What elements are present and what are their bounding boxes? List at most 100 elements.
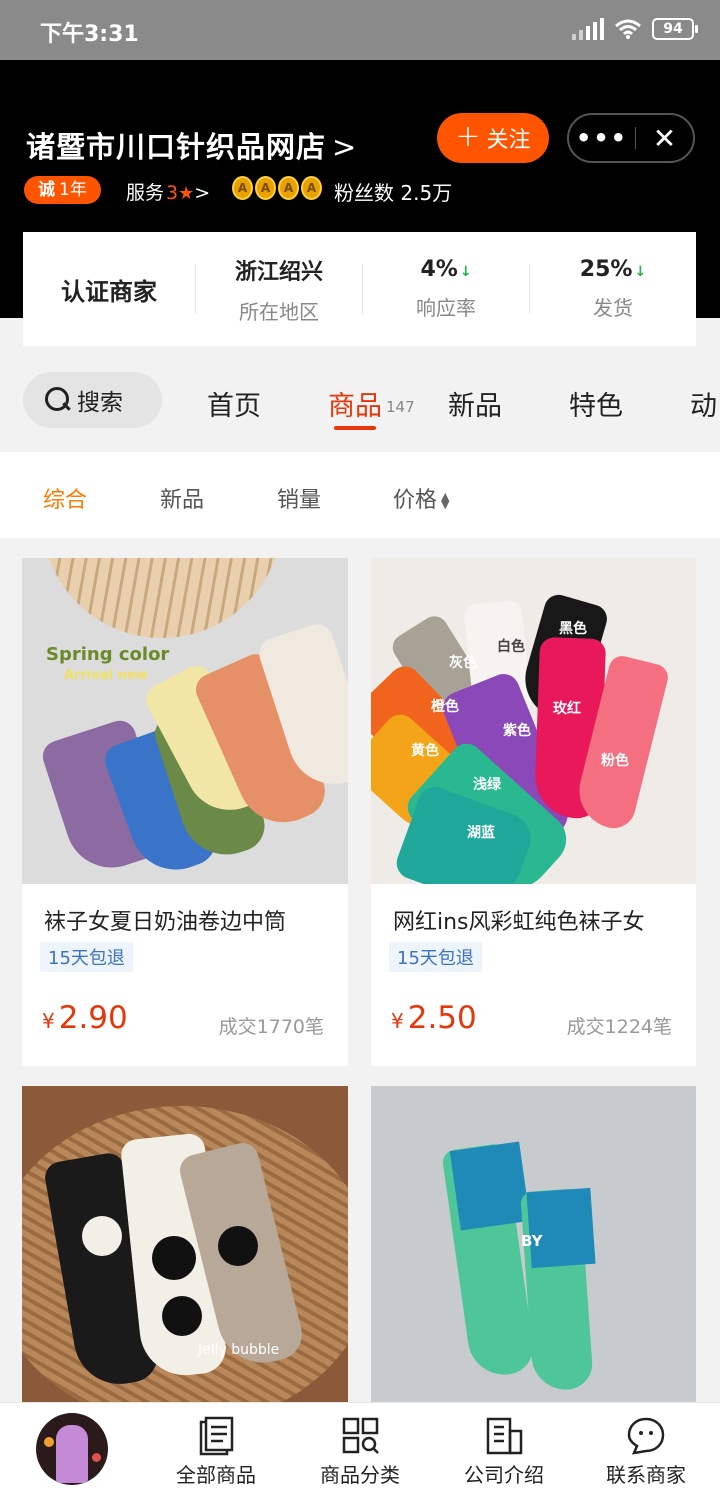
- fans-count: 粉丝数 2.5万: [334, 181, 453, 205]
- product-card[interactable]: Jelly bubble: [22, 1086, 348, 1402]
- shipping-value: 25%: [579, 257, 633, 282]
- more-icon[interactable]: •••: [569, 124, 635, 152]
- service-label: 服务: [126, 182, 165, 204]
- battery-icon: 94: [652, 18, 698, 40]
- crown-icon: A: [278, 176, 299, 200]
- avatar-decoration: [92, 1453, 101, 1462]
- integrity-badge: 诚 1年: [24, 176, 101, 204]
- follow-button[interactable]: + 关注: [437, 113, 549, 163]
- signal-icon: [572, 18, 604, 40]
- search-button[interactable]: 搜索: [23, 372, 162, 428]
- search-label: 搜索: [77, 390, 123, 416]
- product-image: Spring color Arrival new: [22, 558, 348, 884]
- bottom-nav: 全部商品 商品分类 公司介绍 联系商家: [0, 1402, 720, 1498]
- price-value: 2.50: [407, 1000, 477, 1036]
- product-image: 灰色 白色 黑色 橙色 紫色 玫红 黄色 浅绿 粉色 湖蓝: [371, 558, 696, 884]
- product-card[interactable]: BY: [371, 1086, 696, 1402]
- trend-down-icon: ↓: [634, 264, 647, 280]
- currency-symbol: ¥: [391, 1009, 404, 1033]
- image-caption: Arrival new: [64, 668, 148, 683]
- nav-company-intro[interactable]: 公司介绍: [444, 1415, 564, 1488]
- nav-all-products[interactable]: 全部商品: [156, 1415, 276, 1488]
- color-label: 紫色: [503, 723, 531, 739]
- sock-cuff: [526, 1187, 596, 1269]
- avatar-decoration: [44, 1437, 54, 1447]
- wifi-icon: [615, 19, 641, 39]
- integrity-char: 诚: [38, 180, 55, 200]
- nav-company-intro-label: 公司介绍: [464, 1463, 544, 1487]
- tab-dynamic[interactable]: 动: [690, 384, 717, 423]
- plus-icon: +: [455, 118, 481, 154]
- flower-pattern: [162, 1296, 202, 1336]
- sort-sales[interactable]: 销量: [277, 482, 321, 514]
- active-tab-indicator: [334, 426, 376, 430]
- location-stat: 浙江绍兴 所在地区: [196, 254, 362, 325]
- nav-all-products-label: 全部商品: [176, 1463, 256, 1487]
- avatar-figure: [56, 1425, 88, 1483]
- crown-rating: A A A A: [232, 176, 322, 200]
- image-caption: Jelly bubble: [198, 1342, 280, 1358]
- color-label: 黄色: [411, 743, 439, 759]
- tab-home[interactable]: 首页: [207, 384, 261, 423]
- response-value: 4%: [420, 257, 458, 282]
- currency-symbol: ¥: [42, 1009, 55, 1033]
- building-icon: [486, 1417, 523, 1455]
- return-badge: 15天包退: [40, 942, 133, 972]
- product-title: 网红ins风彩虹纯色袜子女: [393, 910, 645, 935]
- store-avatar[interactable]: [36, 1413, 108, 1485]
- color-label: 黑色: [559, 621, 587, 637]
- integrity-years: 1年: [59, 180, 87, 200]
- sort-new[interactable]: 新品: [160, 482, 204, 514]
- color-label: 白色: [497, 639, 525, 655]
- product-count: 147: [386, 398, 415, 416]
- certified-merchant: 认证商家: [61, 277, 157, 306]
- mini-program-capsule: ••• ✕: [567, 113, 695, 163]
- return-badge: 15天包退: [389, 942, 482, 972]
- nav-categories[interactable]: 商品分类: [300, 1415, 420, 1488]
- nav-contact-merchant[interactable]: 联系商家: [586, 1415, 706, 1488]
- sort-price[interactable]: 价格 ▲ ▼: [393, 482, 449, 514]
- close-icon[interactable]: ✕: [636, 122, 693, 155]
- tab-new[interactable]: 新品: [448, 384, 502, 423]
- image-caption: Spring color: [46, 644, 170, 665]
- color-label: 浅绿: [473, 777, 501, 793]
- service-rating[interactable]: 服务 3★>: [126, 178, 210, 205]
- tab-featured[interactable]: 特色: [569, 384, 623, 423]
- sales-count: 成交1770笔: [218, 1016, 324, 1038]
- sort-price-label: 价格: [393, 488, 438, 513]
- price-value: 2.90: [58, 1000, 128, 1036]
- store-name: 诸暨市川口针织品网店: [26, 130, 327, 164]
- crown-icon: A: [255, 176, 276, 200]
- response-rate-stat: 4% ↓ 响应率: [363, 257, 529, 321]
- status-icons: 94: [572, 18, 698, 40]
- shipping-label: 发货: [593, 296, 633, 320]
- crown-icon: A: [301, 176, 322, 200]
- tab-products-label: 商品: [328, 391, 382, 422]
- store-name-link[interactable]: 诸暨市川口针织品网店 >: [26, 124, 357, 166]
- sort-default[interactable]: 综合: [43, 482, 87, 514]
- status-time: 下午3:31: [40, 22, 139, 47]
- flower-pattern: [218, 1226, 258, 1266]
- product-card[interactable]: 灰色 白色 黑色 橙色 紫色 玫红 黄色 浅绿 粉色 湖蓝 网红ins风彩虹纯色…: [371, 558, 696, 1066]
- chevron-right-icon: >: [194, 182, 211, 204]
- location-label: 所在地区: [239, 299, 319, 324]
- shipping-stat: 25% ↓ 发货: [530, 257, 696, 321]
- sales-count: 成交1224笔: [566, 1016, 672, 1038]
- chevron-right-icon: >: [332, 130, 358, 164]
- category-grid-icon: [342, 1417, 379, 1454]
- store-nav-tabs: 搜索 首页 商品 147 新品 特色 动: [0, 346, 720, 452]
- sort-arrows-icon: ▲ ▼: [441, 490, 450, 511]
- store-info-card: 认证商家 浙江绍兴 所在地区 4% ↓ 响应率 25% ↓ 发货: [23, 232, 696, 346]
- trend-down-icon: ↓: [459, 264, 472, 280]
- color-label: 湖蓝: [467, 825, 495, 841]
- product-card[interactable]: Spring color Arrival new 袜子女夏日奶油卷边中筒 15天…: [22, 558, 348, 1066]
- tab-products[interactable]: 商品 147: [328, 384, 415, 423]
- product-price: ¥2.50: [391, 1000, 477, 1036]
- nav-contact-merchant-label: 联系商家: [606, 1463, 686, 1487]
- chat-icon: [627, 1417, 665, 1455]
- sort-bar: 综合 新品 销量 价格 ▲ ▼: [0, 452, 720, 538]
- product-price: ¥2.90: [42, 1000, 128, 1036]
- status-bar: 下午3:31 94: [0, 0, 720, 60]
- color-label: 玫红: [553, 701, 581, 717]
- star-icon: ★: [178, 183, 195, 204]
